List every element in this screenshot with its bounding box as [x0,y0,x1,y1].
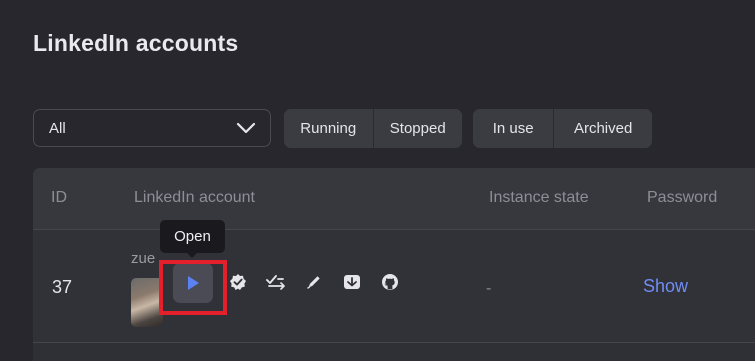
archived-filter-button[interactable]: Archived [553,109,652,148]
stopped-filter-button[interactable]: Stopped [372,109,462,148]
instance-state: - [486,280,492,297]
column-header-password[interactable]: Password [647,189,717,207]
badge-check-icon [230,274,246,290]
table-header: ID LinkedIn account Instance state Passw… [33,168,755,230]
edit-button[interactable] [297,265,331,299]
page-title: LinkedIn accounts [33,30,239,56]
checklist-button[interactable] [259,265,293,299]
checklist-icon [266,275,285,290]
column-header-account[interactable]: LinkedIn account [134,189,255,207]
column-header-instance-state[interactable]: Instance state [489,189,589,207]
account-name[interactable]: zue [131,250,155,267]
open-tooltip: Open [160,220,225,253]
avatar [131,278,163,327]
open-button[interactable] [173,263,213,303]
chevron-down-icon [236,122,256,134]
show-password-link[interactable]: Show [643,276,688,297]
accounts-table: ID LinkedIn account Instance state Passw… [33,168,755,361]
filter-select-value: All [49,120,66,137]
filter-select[interactable]: All [33,109,271,147]
column-header-id[interactable]: ID [51,189,67,207]
archive-icon [344,275,360,289]
table-row: 37 zue - Show [33,230,755,343]
github-button[interactable] [373,265,407,299]
archive-button[interactable] [335,265,369,299]
github-icon [382,274,398,290]
verify-button[interactable] [221,265,255,299]
page: LinkedIn accounts All Running Stopped In… [0,0,755,361]
running-filter-button[interactable]: Running [284,109,373,148]
usage-filter-group: In use Archived [473,109,652,148]
tooltip-arrow [186,252,198,258]
pencil-icon [307,276,320,289]
row-id: 37 [52,277,73,297]
play-icon [188,276,199,290]
status-filter-group: Running Stopped [284,109,462,148]
in-use-filter-button[interactable]: In use [473,109,554,148]
